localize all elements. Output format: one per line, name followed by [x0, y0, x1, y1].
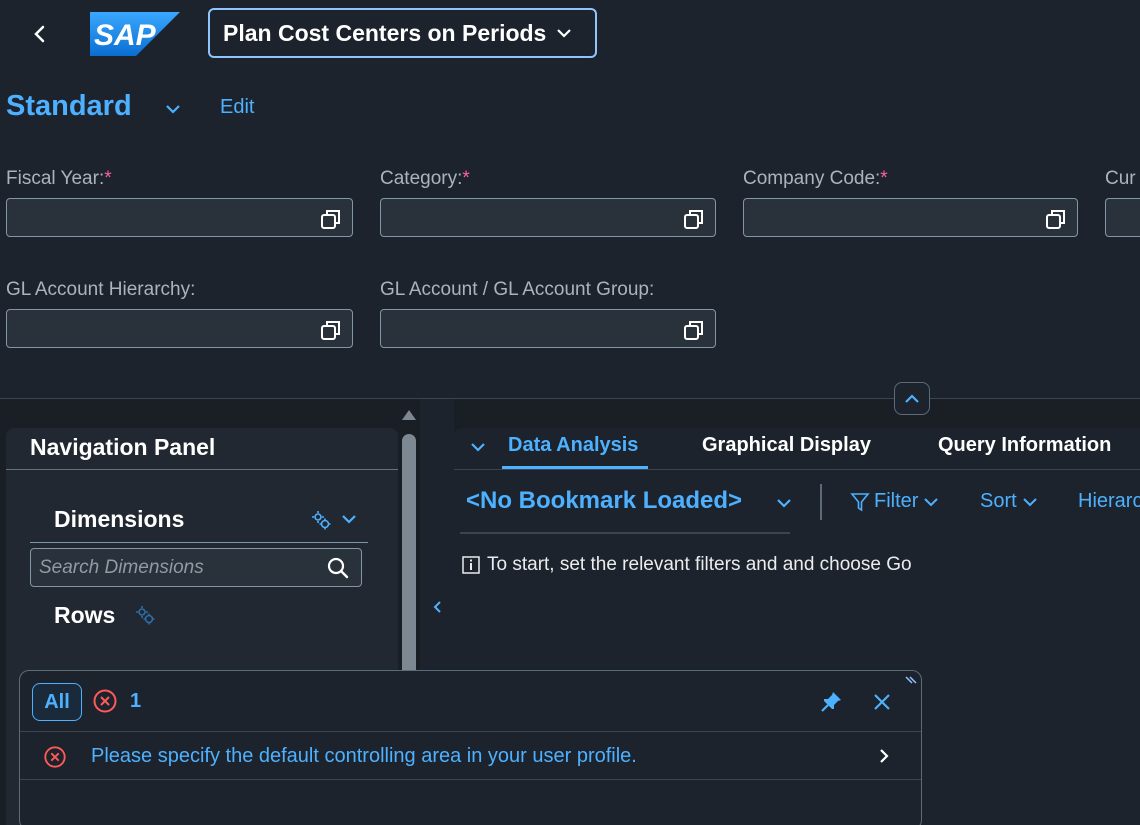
tabs-divider: [454, 469, 1140, 470]
dimensions-collapse-chevron-icon[interactable]: [338, 508, 360, 530]
app-title-menu[interactable]: Plan Cost Centers on Periods: [208, 8, 597, 58]
filter-button[interactable]: Filter: [846, 490, 944, 513]
bookmark-chevron-down-icon[interactable]: [773, 492, 795, 514]
chevron-down-icon: [557, 29, 572, 38]
value-help-icon[interactable]: [320, 208, 342, 230]
header-divider: [0, 398, 1140, 399]
currency-field[interactable]: [1105, 198, 1140, 237]
message-text[interactable]: Please specify the default controlling a…: [91, 745, 637, 768]
rows-title: Rows: [54, 602, 116, 628]
pin-icon[interactable]: [819, 690, 843, 714]
currency-label: Cur: [1105, 168, 1136, 189]
filter-label: Filter: [874, 490, 919, 512]
search-icon[interactable]: [326, 556, 350, 580]
error-count: 1: [130, 689, 142, 712]
error-icon: [43, 745, 67, 769]
chevron-right-icon[interactable]: [874, 745, 894, 767]
rows-settings-gear-icon[interactable]: [134, 604, 156, 626]
chevron-down-icon: [1022, 497, 1037, 506]
sort-label: Sort: [980, 490, 1017, 512]
scroll-up-arrow-icon[interactable]: [401, 408, 417, 422]
app-title: Plan Cost Centers on Periods: [223, 19, 547, 46]
filter-all-button[interactable]: All: [32, 683, 82, 721]
chevron-left-icon[interactable]: [430, 598, 444, 616]
value-help-icon[interactable]: [1045, 208, 1067, 230]
dimensions-settings-gear-icon[interactable]: [310, 509, 332, 531]
dimensions-title: Dimensions: [54, 506, 185, 532]
value-help-icon[interactable]: [320, 319, 342, 341]
gl-account-group-field[interactable]: [380, 309, 716, 348]
category-field[interactable]: [380, 198, 716, 237]
filter-errors-button[interactable]: 1: [92, 688, 141, 714]
variant-name: Standard: [6, 90, 132, 122]
sap-logo: SAP: [90, 12, 180, 56]
tab-query-information[interactable]: Query Information: [938, 434, 1111, 457]
error-icon: [93, 689, 117, 713]
variant-select-chevron-icon[interactable]: [162, 98, 184, 120]
info-icon: [462, 556, 480, 574]
resize-handle-icon[interactable]: [904, 674, 918, 686]
search-dimensions-input[interactable]: Search Dimensions: [30, 548, 362, 587]
gl-account-group-label: GL Account / GL Account Group:: [380, 279, 655, 300]
chevron-down-icon: [924, 497, 939, 506]
value-help-icon[interactable]: [683, 319, 705, 341]
info-message: To start, set the relevant filters and a…: [462, 554, 912, 576]
close-icon[interactable]: [870, 690, 894, 714]
bookmark-selector[interactable]: <No Bookmark Loaded>: [466, 487, 742, 515]
company-code-label: Company Code:*: [743, 168, 888, 189]
divider: [30, 542, 368, 543]
active-tab-indicator: [502, 466, 648, 469]
fiscal-year-label: Fiscal Year:*: [6, 168, 112, 189]
chevron-up-icon: [905, 393, 919, 403]
tabs-collapse-chevron-icon[interactable]: [467, 436, 489, 458]
edit-variant-link[interactable]: Edit: [220, 96, 254, 119]
tab-data-analysis[interactable]: Data Analysis: [508, 434, 638, 457]
divider: [20, 779, 921, 780]
divider: [6, 469, 398, 470]
tab-graphical-display[interactable]: Graphical Display: [702, 434, 871, 457]
navigation-panel-title: Navigation Panel: [30, 434, 216, 460]
category-label: Category:*: [380, 168, 470, 189]
sap-logo-text: SAP: [94, 19, 157, 52]
divider: [460, 532, 790, 534]
gl-account-hierarchy-label: GL Account Hierarchy:: [6, 279, 196, 300]
info-message-text: To start, set the relevant filters and a…: [487, 554, 912, 575]
collapse-header-button[interactable]: [894, 382, 930, 415]
toolbar-separator: [820, 484, 822, 520]
back-button[interactable]: [26, 20, 54, 48]
filter-icon: [850, 492, 870, 511]
gl-account-hierarchy-field[interactable]: [6, 309, 353, 348]
fiscal-year-field[interactable]: [6, 198, 353, 237]
chevron-left-icon: [34, 25, 45, 43]
sort-button[interactable]: Sort: [980, 490, 1043, 513]
value-help-icon[interactable]: [683, 208, 705, 230]
company-code-field[interactable]: [743, 198, 1078, 237]
hierarchy-button[interactable]: Hierarc: [1078, 490, 1140, 513]
